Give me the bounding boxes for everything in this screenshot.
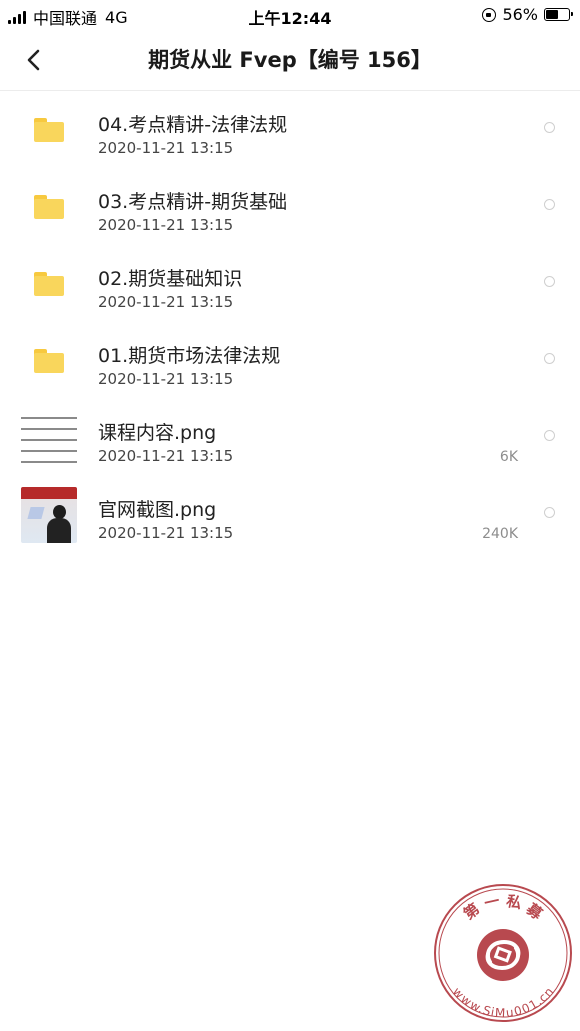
file-date: 2020-11-21 13:15 [98,139,234,157]
text-document-thumbnail-icon [21,410,77,466]
file-name: 01.期货市场法律法规 [98,345,281,367]
list-item[interactable]: 官网截图.png 2020-11-21 13:15 240K [0,476,580,553]
file-name: 02.期货基础知识 [98,268,243,290]
file-size: 6K [499,449,518,465]
battery-icon [544,8,573,21]
list-item[interactable]: 03.考点精讲-期货基础 2020-11-21 13:15 [0,168,580,245]
photo-thumbnail-icon [21,487,77,543]
page-title: 期货从业 Fvep【编号 156】 [148,48,432,72]
status-right: 56% [482,5,573,24]
select-radio[interactable] [544,199,555,210]
file-size: 240K [482,526,518,542]
select-radio[interactable] [544,430,555,441]
folder-icon [20,333,78,389]
select-radio[interactable] [544,507,555,518]
nav-bar: 期货从业 Fvep【编号 156】 [0,30,580,91]
file-date: 2020-11-21 13:15 [98,293,234,311]
select-radio[interactable] [544,353,555,364]
list-item[interactable]: 01.期货市场法律法规 2020-11-21 13:15 [0,322,580,399]
status-bar: 中国联通 4G 上午12:44 56% [0,0,580,30]
file-name: 课程内容.png [98,422,217,444]
folder-icon [20,256,78,312]
file-date: 2020-11-21 13:15 [98,524,234,542]
select-radio[interactable] [544,276,555,287]
file-date: 2020-11-21 13:15 [98,447,234,465]
folder-icon [20,102,78,158]
file-date: 2020-11-21 13:15 [98,370,234,388]
file-name: 03.考点精讲-期货基础 [98,191,288,213]
watermark-seal: 第 一 私 募 www.SiMu001.cn [434,884,572,1022]
battery-percent: 56% [502,5,538,24]
file-name: 04.考点精讲-法律法规 [98,114,288,136]
list-item[interactable]: 04.考点精讲-法律法规 2020-11-21 13:15 [0,91,580,168]
file-list: 04.考点精讲-法律法规 2020-11-21 13:15 03.考点精讲-期货… [0,91,580,553]
watermark-logo-icon [477,929,529,981]
image-thumbnail [20,410,78,466]
list-item[interactable]: 课程内容.png 2020-11-21 13:15 6K [0,399,580,476]
select-radio[interactable] [544,122,555,133]
orientation-lock-icon [482,7,497,22]
battery-level [546,10,558,19]
file-date: 2020-11-21 13:15 [98,216,234,234]
image-thumbnail [20,487,78,543]
list-item[interactable]: 02.期货基础知识 2020-11-21 13:15 [0,245,580,322]
folder-icon [20,179,78,235]
file-name: 官网截图.png [98,499,217,521]
